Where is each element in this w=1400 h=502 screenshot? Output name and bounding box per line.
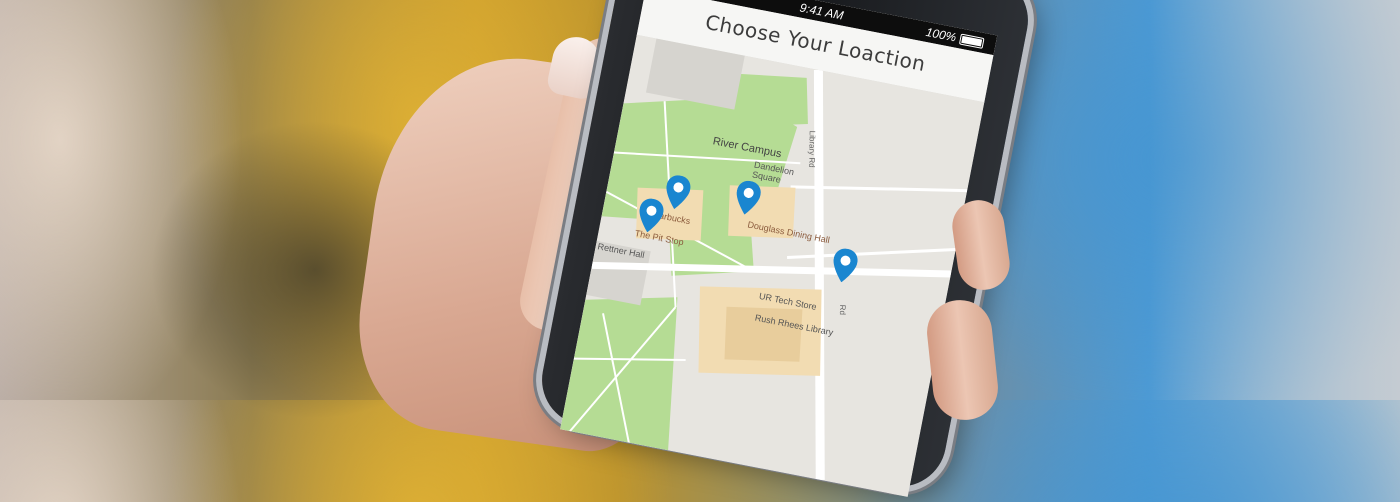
rd-label: Rd — [837, 304, 848, 316]
campus-map[interactable]: River Campus Dandelion Square Starbucks … — [560, 34, 985, 497]
map-canvas — [560, 34, 985, 497]
phone-screen: ●●●●● ◠ 9:41 AM 100% Choose Your Loactio… — [560, 0, 998, 497]
background-blur-right — [1150, 0, 1400, 400]
library-rd-label: Library Rd — [807, 130, 817, 168]
battery-percent: 100% — [924, 24, 958, 45]
